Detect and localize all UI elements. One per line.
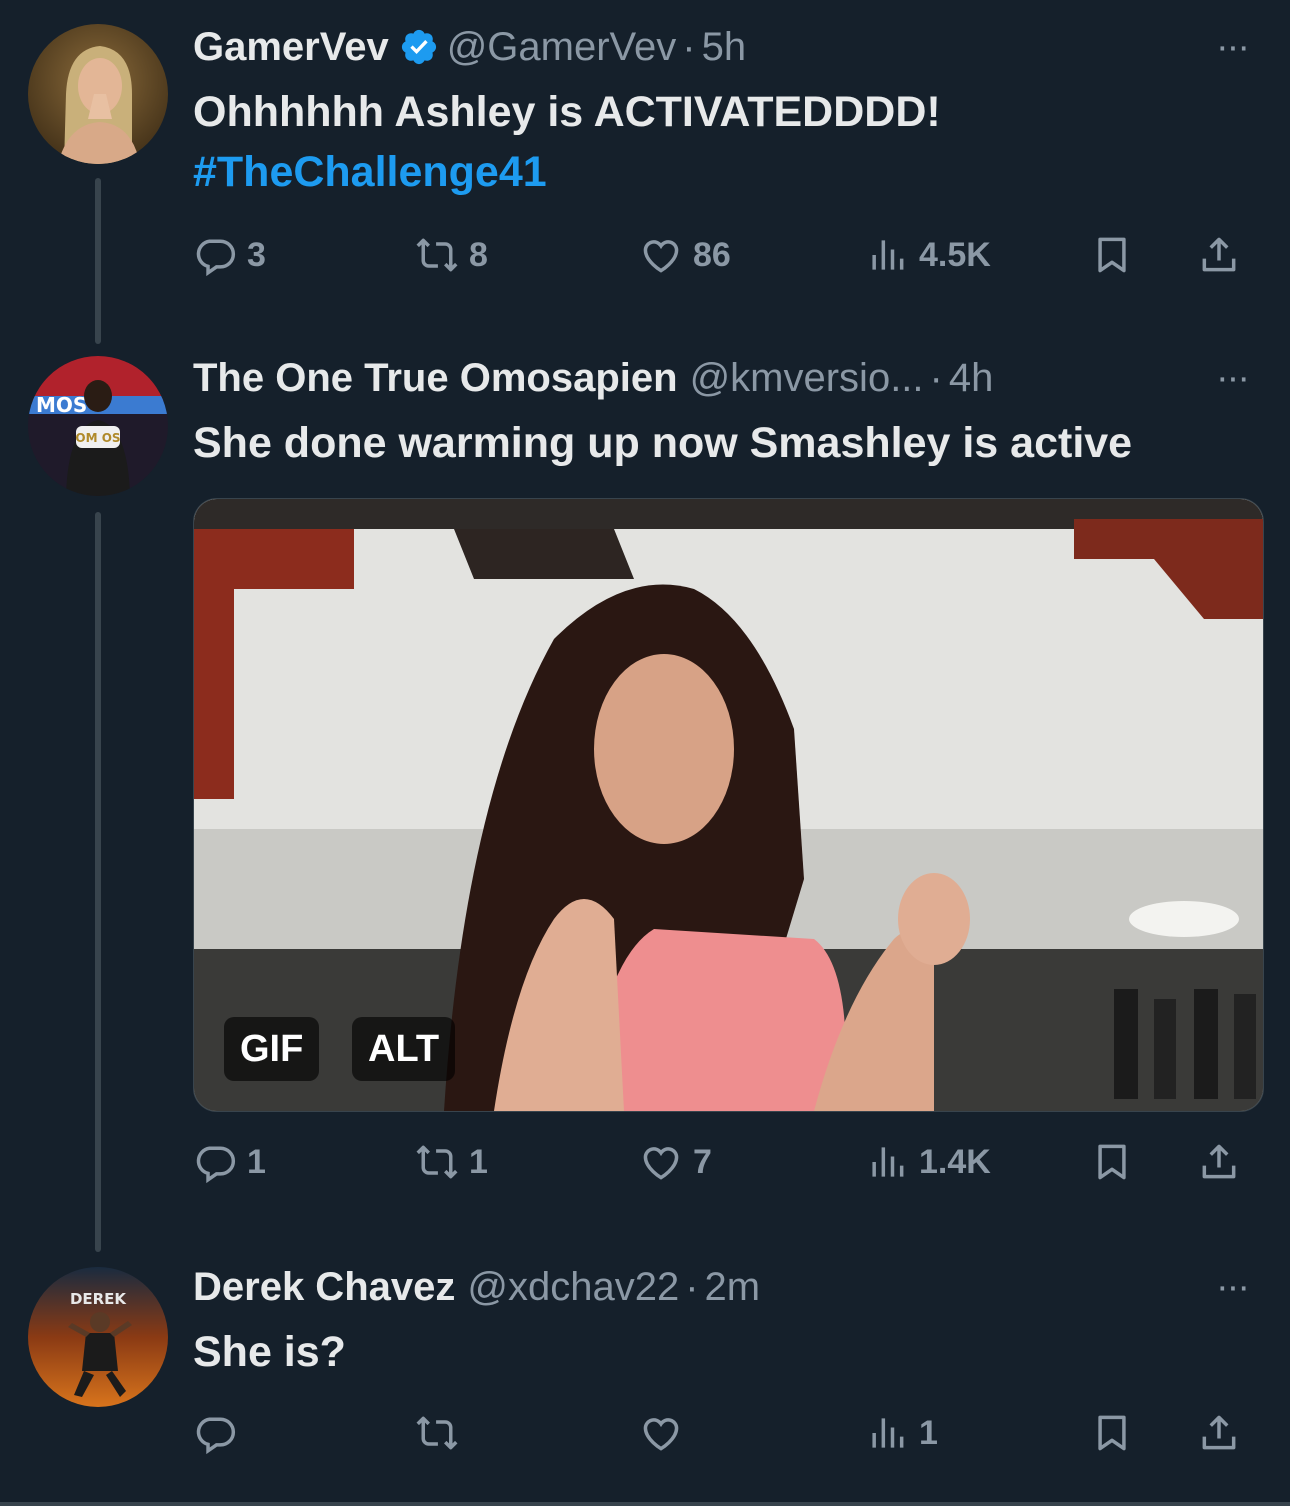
user-handle[interactable]: @xdchav22: [467, 1265, 679, 1310]
separator-dot: ·: [929, 355, 943, 400]
retweet-button[interactable]: 1: [415, 1137, 488, 1187]
user-handle[interactable]: @kmversio...: [690, 356, 924, 401]
reply-icon: [196, 1146, 236, 1184]
views-chart-icon: [872, 240, 904, 270]
timestamp[interactable]: 5h: [702, 25, 747, 70]
reply-button[interactable]: [193, 1408, 247, 1458]
more-options-icon[interactable]: ···: [1202, 22, 1262, 72]
tweet-header: GamerVev @GamerVev · 5h: [193, 22, 1262, 72]
tweet-body: She done warming up now Smashley is acti…: [193, 419, 1133, 467]
reply-icon: [196, 1417, 236, 1455]
share-icon: [1202, 1415, 1236, 1450]
tweet-text: She is?: [193, 1322, 1262, 1382]
retweet-button[interactable]: 8: [415, 230, 488, 280]
share-icon: [1202, 237, 1236, 272]
svg-text:MOS: MOS: [36, 393, 87, 417]
timestamp[interactable]: 4h: [949, 356, 994, 401]
heart-icon: [643, 1147, 679, 1180]
views-chart-icon: [872, 1147, 904, 1177]
avatar[interactable]: [28, 24, 168, 164]
share-icon: [1202, 1144, 1236, 1179]
reply-count: 3: [247, 235, 266, 274]
like-count: 7: [693, 1142, 712, 1181]
more-options-icon[interactable]: ···: [1202, 1262, 1262, 1312]
view-count: 1.4K: [919, 1142, 991, 1181]
like-button[interactable]: 86: [639, 230, 731, 280]
svg-text:OM OS: OM OS: [75, 431, 120, 445]
avatar[interactable]: MOS OM OS: [28, 356, 168, 496]
action-bar: 3 8 86 4.5K: [193, 230, 1262, 280]
view-count: 4.5K: [919, 235, 991, 274]
view-count: 1: [919, 1413, 938, 1452]
reply-button[interactable]: 3: [193, 230, 266, 280]
tweet-header: Derek Chavez @xdchav22 · 2m: [193, 1262, 1262, 1312]
user-handle[interactable]: @GamerVev: [447, 25, 677, 70]
alt-text-button[interactable]: ALT: [352, 1017, 456, 1081]
timestamp[interactable]: 2m: [705, 1265, 761, 1310]
reply-button[interactable]: 1: [193, 1137, 266, 1187]
action-bar: 1 1 7 1.4K: [193, 1137, 1262, 1187]
retweet-icon: [416, 1416, 458, 1450]
share-button[interactable]: [1197, 1137, 1251, 1187]
bookmark-icon: [1098, 237, 1126, 273]
avatar-photo: DEREK: [28, 1267, 168, 1407]
divider: [0, 1502, 1290, 1506]
avatar-logo-text: DEREK: [70, 1290, 127, 1308]
display-name[interactable]: The One True Omosapien: [193, 356, 678, 401]
reply-count: 1: [247, 1142, 266, 1181]
tweet-body: Ohhhhhh Ashley is ACTIVATEDDDD!: [193, 88, 941, 136]
bookmark-button[interactable]: [1090, 230, 1144, 280]
views-button[interactable]: 1.4K: [865, 1137, 991, 1187]
views-button[interactable]: 1: [865, 1408, 938, 1458]
thread-line: [95, 512, 101, 1252]
share-button[interactable]: [1197, 230, 1251, 280]
like-button[interactable]: [639, 1408, 693, 1458]
hashtag-link[interactable]: #TheChallenge41: [193, 142, 1262, 202]
reply-icon: [196, 239, 236, 277]
retweet-count: 8: [469, 235, 488, 274]
separator-dot: ·: [682, 24, 696, 69]
views-button[interactable]: 4.5K: [865, 230, 991, 280]
heart-icon: [643, 240, 679, 273]
bookmark-icon: [1098, 1144, 1126, 1180]
display-name[interactable]: Derek Chavez: [193, 1265, 455, 1310]
action-bar: 1: [193, 1408, 1262, 1458]
retweet-icon: [416, 238, 458, 272]
gif-media[interactable]: GIF ALT: [193, 498, 1264, 1112]
more-options-icon[interactable]: ···: [1202, 353, 1262, 403]
retweet-button[interactable]: [415, 1408, 469, 1458]
thread-line: [95, 178, 101, 344]
separator-dot: ·: [685, 1264, 699, 1309]
like-button[interactable]: 7: [639, 1137, 712, 1187]
retweet-count: 1: [469, 1142, 488, 1181]
avatar-photo: MOS OM OS: [28, 356, 168, 496]
avatar[interactable]: DEREK: [28, 1267, 168, 1407]
retweet-icon: [416, 1145, 458, 1179]
bookmark-button[interactable]: [1090, 1408, 1144, 1458]
like-count: 86: [693, 235, 731, 274]
tweet-text: She done warming up now Smashley is acti…: [193, 413, 1262, 473]
display-name[interactable]: GamerVev: [193, 25, 389, 70]
verified-badge-icon: [401, 29, 436, 65]
bookmark-button[interactable]: [1090, 1137, 1144, 1187]
gif-badge: GIF: [224, 1017, 320, 1081]
heart-icon: [643, 1418, 679, 1451]
tweet-body: She is?: [193, 1328, 346, 1376]
share-button[interactable]: [1197, 1408, 1251, 1458]
tweet-text: Ohhhhhh Ashley is ACTIVATEDDDD! #TheChal…: [193, 82, 1262, 202]
bookmark-icon: [1098, 1415, 1126, 1451]
views-chart-icon: [872, 1418, 904, 1448]
avatar-photo: [28, 24, 168, 164]
tweet-header: The One True Omosapien @kmversio... · 4h: [193, 353, 1262, 403]
